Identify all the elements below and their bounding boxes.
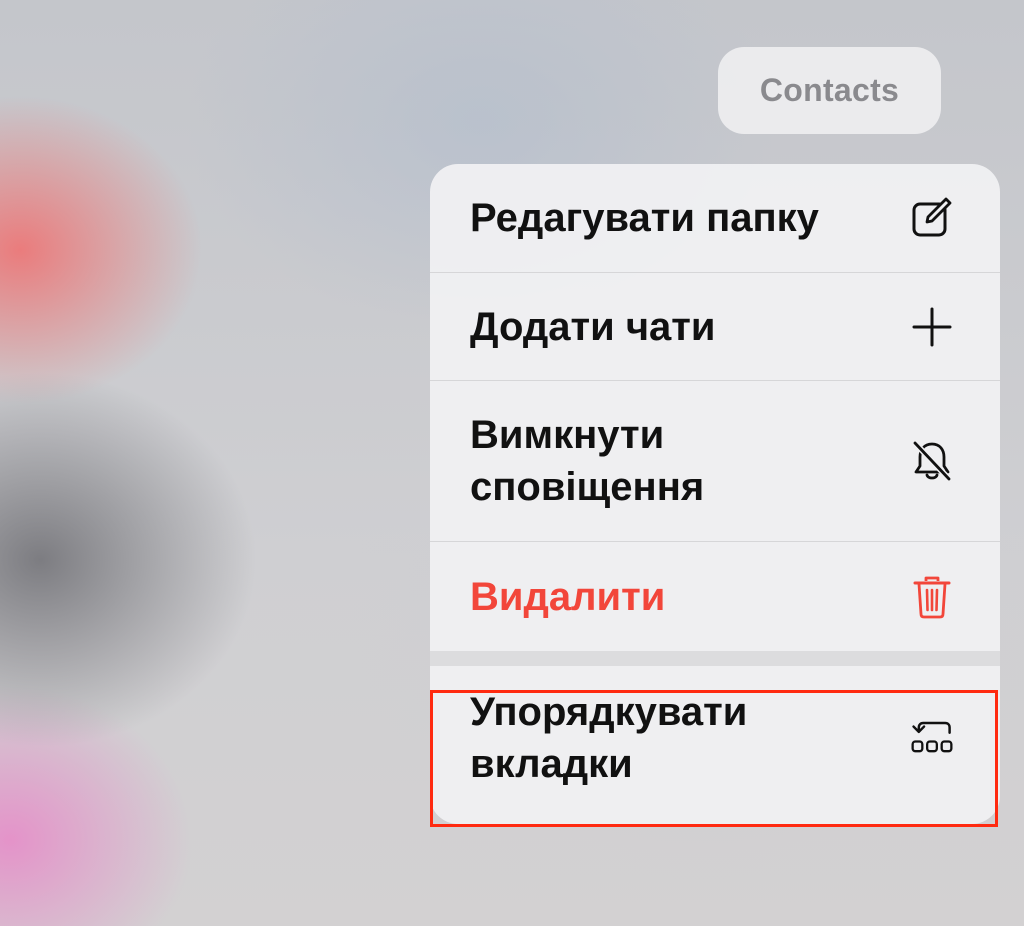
edit-icon (910, 196, 954, 240)
trash-icon (910, 575, 954, 619)
menu-item-mute-notifications[interactable]: Вимкнути сповіщення (430, 381, 1000, 541)
reorder-tabs-icon (910, 716, 954, 760)
menu-item-delete[interactable]: Видалити (430, 542, 1000, 651)
menu-item-edit-folder-label: Редагувати папку (470, 196, 819, 240)
contacts-tab-label: Contacts (759, 72, 900, 108)
menu-item-edit-folder[interactable]: Редагувати папку (430, 164, 1000, 272)
menu-item-add-chats[interactable]: Додати чати (430, 273, 1000, 380)
contacts-tab-pill[interactable]: Contacts (718, 47, 941, 134)
menu-item-reorder-tabs-label: Упорядкувати вкладки (470, 690, 748, 786)
plus-icon (910, 305, 954, 349)
context-menu: Редагувати папку Додати чати Вимкнути сп… (430, 164, 1000, 824)
bell-slash-icon (910, 439, 954, 483)
section-separator (430, 651, 1000, 666)
menu-item-delete-label: Видалити (470, 574, 666, 619)
menu-item-add-chats-label: Додати чати (470, 304, 716, 349)
menu-item-reorder-tabs[interactable]: Упорядкувати вкладки (430, 666, 1000, 824)
menu-item-mute-notifications-label: Вимкнути сповіщення (470, 413, 705, 509)
